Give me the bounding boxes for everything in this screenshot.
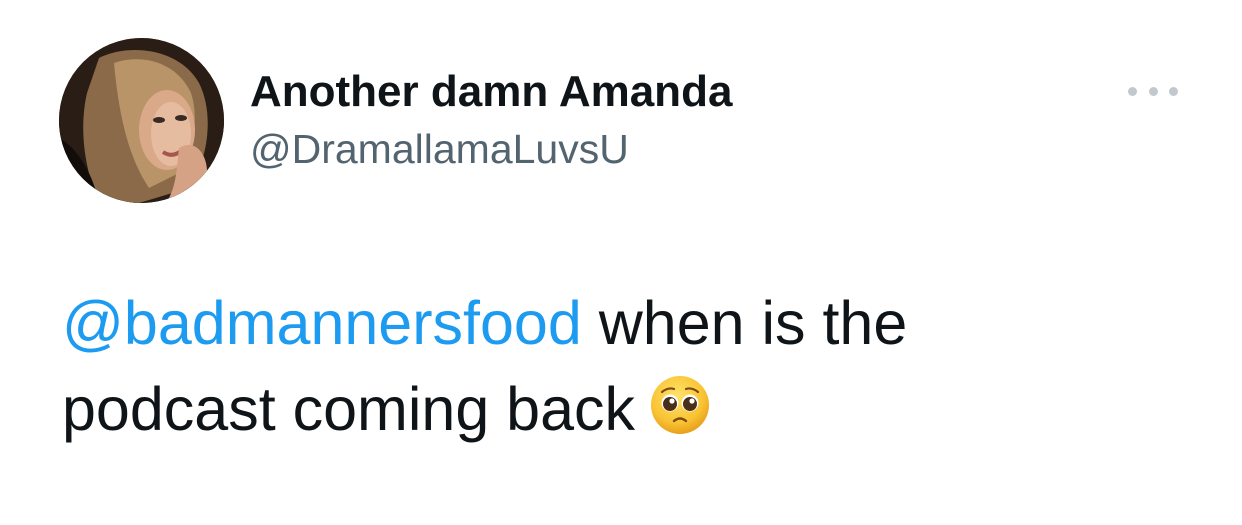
- more-horizontal-icon: [1128, 86, 1137, 96]
- tweet-text-line1: when is the: [581, 289, 908, 357]
- mention-link[interactable]: @badmannersfood: [62, 289, 582, 357]
- more-horizontal-icon-dot: [1169, 86, 1178, 96]
- more-options-button[interactable]: [1128, 76, 1178, 106]
- tweet-card[interactable]: Another damn Amanda @DramallamaLuvsU @ba…: [0, 0, 1242, 525]
- tweet-text: @badmannersfood when is the podcast comi…: [62, 280, 1182, 452]
- tweet-text-line2: podcast coming back: [62, 375, 636, 443]
- avatar-photo: [59, 38, 224, 203]
- more-horizontal-icon-dot: [1148, 86, 1158, 96]
- user-handle[interactable]: @DramallamaLuvsU: [250, 122, 629, 176]
- display-name[interactable]: Another damn Amanda: [250, 64, 732, 120]
- pleading-face-emoji-icon: [649, 372, 711, 434]
- avatar[interactable]: [59, 38, 224, 203]
